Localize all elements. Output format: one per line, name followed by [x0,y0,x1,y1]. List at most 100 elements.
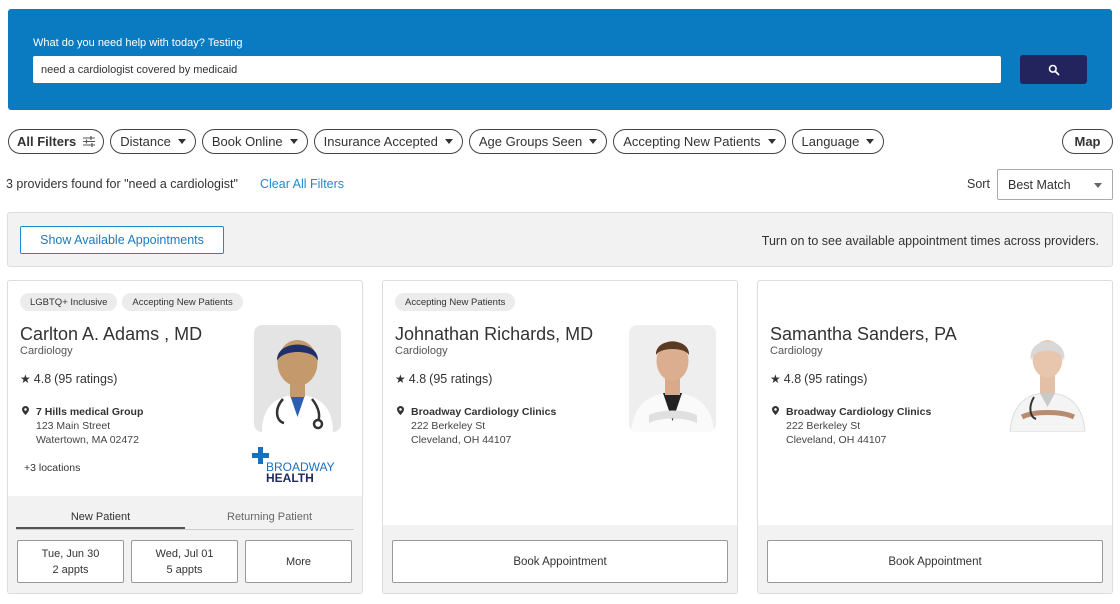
tab-new-patient[interactable]: New Patient [16,506,185,529]
caret-down-icon [177,139,186,144]
svg-text:HEALTH: HEALTH [266,471,314,485]
address-line: Cleveland, OH 44107 [786,434,887,446]
address-line: 222 Berkeley St [786,420,861,432]
rating-value: 4.8 [783,372,802,386]
appointment-slots: Tue, Jun 30 2 appts Wed, Jul 01 5 appts … [17,540,352,583]
caret-down-icon [1094,183,1102,188]
map-pin-icon [22,406,29,415]
sliders-icon [83,136,96,147]
slot-day: Wed, Jul 01 [155,547,214,560]
search-input[interactable] [33,56,1001,83]
provider-name[interactable]: Samantha Sanders, PA [770,324,957,345]
caret-down-icon [289,139,298,144]
tag-badge: LGBTQ+ Inclusive [20,293,118,311]
map-pin-icon [397,406,404,415]
slot-count: 5 appts [166,563,203,576]
provider-location: Broadway Cardiology Clinics 222 Berkeley… [772,405,931,447]
slot-button[interactable]: Tue, Jun 30 2 appts [17,540,124,583]
more-locations-link[interactable]: +3 locations [24,462,80,474]
patient-type-tabs: New Patient Returning Patient [16,506,354,530]
search-icon [1048,64,1059,75]
provider-photo [629,325,716,432]
filter-bar: All Filters Distance Book Online Insuran… [8,129,885,154]
rating-count: (95 ratings) [804,372,868,386]
booking-panel: Book Appointment [383,525,737,593]
provider-rating: ★ 4.8 (95 ratings) [770,372,867,386]
clear-all-filters-link[interactable]: Clear All Filters [260,177,344,191]
address-line: Cleveland, OH 44107 [411,434,512,446]
search-label: What do you need help with today? Testin… [33,37,243,49]
provider-card[interactable]: LGBTQ+ Inclusive Accepting New Patients … [7,280,363,594]
provider-rating: ★ 4.8 (95 ratings) [20,372,117,386]
rating-value: 4.8 [33,372,52,386]
slot-button[interactable]: Wed, Jul 01 5 appts [131,540,238,583]
address-line: Watertown, MA 02472 [36,434,139,446]
appointments-hint: Turn on to see available appointment tim… [761,234,1099,248]
caret-down-icon [767,139,776,144]
location-name: Broadway Cardiology Clinics [786,406,932,418]
filter-distance[interactable]: Distance [110,129,196,154]
star-icon: ★ [395,372,406,386]
book-appointment-button[interactable]: Book Appointment [767,540,1103,583]
provider-card[interactable]: Accepting New Patients Johnathan Richard… [382,280,738,594]
more-slots-button[interactable]: More [245,540,352,583]
filter-accepting-new-patients[interactable]: Accepting New Patients [613,129,786,154]
provider-card[interactable]: Samantha Sanders, PA Cardiology ★ 4.8 (9… [757,280,1113,594]
booking-panel: Book Appointment [758,525,1112,593]
provider-name[interactable]: Johnathan Richards, MD [395,324,593,345]
sort-value: Best Match [1008,177,1071,192]
provider-location: 7 Hills medical Group 123 Main Street Wa… [22,405,143,447]
appointment-panel: New Patient Returning Patient Tue, Jun 3… [8,496,362,593]
filter-label: Book Online [211,134,283,149]
filter-insurance-accepted[interactable]: Insurance Accepted [313,129,463,154]
rating-value: 4.8 [408,372,427,386]
map-pin-icon [772,406,779,415]
appointments-bar: Show Available Appointments Turn on to s… [7,212,1113,267]
tab-returning-patient[interactable]: Returning Patient [185,506,354,529]
search-banner: What do you need help with today? Testin… [8,9,1112,110]
filter-label: Age Groups Seen [478,134,583,149]
map-button[interactable]: Map [1062,129,1113,154]
provider-photo [1004,325,1091,432]
search-button[interactable] [1020,55,1087,84]
filter-label: Insurance Accepted [323,134,438,149]
slot-day: Tue, Jun 30 [41,547,100,560]
filter-label: Distance [120,134,171,149]
provider-specialty: Cardiology [395,345,448,357]
sort-select[interactable]: Best Match [997,169,1113,200]
filter-book-online[interactable]: Book Online [201,129,308,154]
provider-location: Broadway Cardiology Clinics 222 Berkeley… [397,405,556,447]
sort-label: Sort [967,177,990,191]
provider-name[interactable]: Carlton A. Adams , MD [20,324,202,345]
tag-badge: Accepting New Patients [395,293,516,311]
all-filters-label: All Filters [17,134,77,149]
star-icon: ★ [770,372,781,386]
caret-down-icon [866,139,875,144]
all-filters-button[interactable]: All Filters [8,129,105,154]
book-appointment-button[interactable]: Book Appointment [392,540,728,583]
provider-tags: LGBTQ+ Inclusive Accepting New Patients [20,293,243,311]
filter-language[interactable]: Language [791,129,885,154]
location-name: Broadway Cardiology Clinics [411,406,557,418]
caret-down-icon [589,139,598,144]
address-line: 123 Main Street [36,420,111,432]
broadway-health-logo: BROADWAY HEALTH [252,447,344,485]
provider-tags: Accepting New Patients [395,293,516,311]
provider-rating: ★ 4.8 (95 ratings) [395,372,492,386]
slot-count: 2 appts [52,563,89,576]
filter-age-groups-seen[interactable]: Age Groups Seen [468,129,608,154]
provider-avatar [254,325,341,432]
results-summary: 3 providers found for "need a cardiologi… [6,177,238,191]
rating-count: (95 ratings) [429,372,493,386]
filter-label: Language [801,134,860,149]
star-icon: ★ [20,372,31,386]
show-available-appointments-button[interactable]: Show Available Appointments [20,226,224,254]
address-line: 222 Berkeley St [411,420,486,432]
provider-specialty: Cardiology [770,345,823,357]
rating-count: (95 ratings) [54,372,118,386]
tag-badge: Accepting New Patients [122,293,243,311]
caret-down-icon [444,139,453,144]
provider-specialty: Cardiology [20,345,73,357]
filter-label: Accepting New Patients [623,134,761,149]
location-name: 7 Hills medical Group [36,406,144,418]
